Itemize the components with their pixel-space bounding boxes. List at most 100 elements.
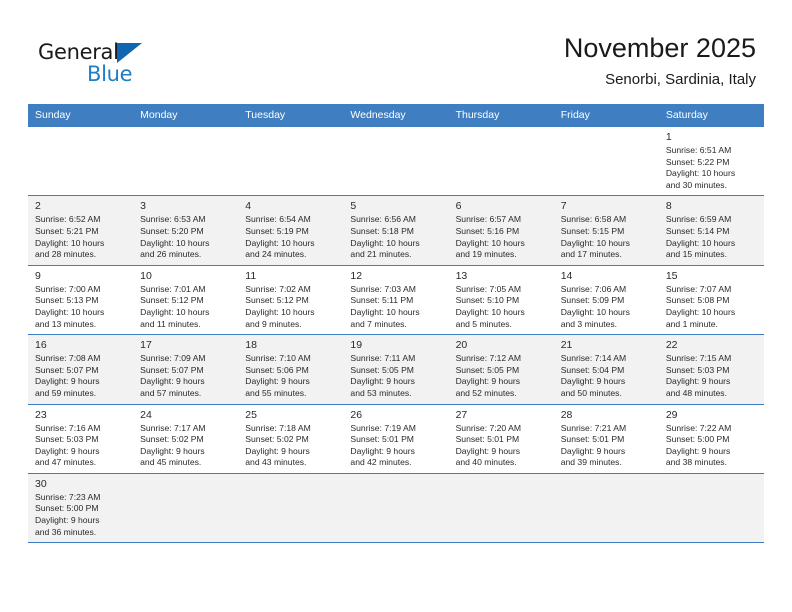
day-number: 19 (350, 339, 363, 352)
sunrise-text: Sunrise: 6:54 AM (245, 214, 311, 225)
day-cell[interactable]: 21 Sunrise: 7:14 AM Sunset: 5:04 PM Dayl… (553, 334, 659, 404)
day-cell (238, 125, 344, 196)
day-cell[interactable]: 29 Sunrise: 7:22 AM Sunset: 5:00 PM Dayl… (658, 403, 764, 474)
logo-text-blue: Blue (87, 62, 133, 86)
sunset-text: Sunset: 5:08 PM (665, 295, 730, 306)
day-number: 13 (455, 269, 468, 282)
day-cell[interactable]: 27 Sunrise: 7:20 AM Sunset: 5:01 PM Dayl… (448, 403, 554, 474)
sunset-text: Sunset: 5:22 PM (665, 156, 730, 167)
daylight-text-cont: and 30 minutes. (665, 179, 727, 190)
sunrise-text: Sunrise: 7:14 AM (560, 353, 627, 364)
daylight-text: Daylight: 10 hours (140, 237, 210, 248)
daylight-text-cont: and 15 minutes. (665, 249, 727, 260)
daylight-text: Daylight: 10 hours (35, 237, 105, 248)
daylight-text: Daylight: 10 hours (665, 237, 736, 248)
daylight-text: Daylight: 10 hours (560, 237, 630, 248)
day-cell[interactable]: 22 Sunrise: 7:15 AM Sunset: 5:03 PM Dayl… (658, 334, 764, 404)
day-cell[interactable]: 23 Sunrise: 7:16 AM Sunset: 5:03 PM Dayl… (28, 403, 134, 474)
daylight-text-cont: and 13 minutes. (35, 318, 97, 329)
logo-text-general: General (38, 40, 119, 64)
day-cell[interactable]: 30 Sunrise: 7:23 AM Sunset: 5:00 PM Dayl… (28, 472, 134, 544)
daylight-text: Daylight: 9 hours (35, 515, 100, 526)
sunset-text: Sunset: 5:16 PM (455, 225, 520, 236)
daylight-text-cont: and 52 minutes. (455, 387, 517, 398)
day-cell (448, 472, 554, 544)
sunset-text: Sunset: 5:07 PM (140, 364, 204, 375)
daylight-text: Daylight: 10 hours (350, 306, 420, 317)
day-cell[interactable]: 24 Sunrise: 7:17 AM Sunset: 5:02 PM Dayl… (133, 403, 239, 474)
sunrise-text: Sunrise: 7:23 AM (35, 491, 101, 502)
day-cell[interactable]: 13 Sunrise: 7:05 AM Sunset: 5:10 PM Dayl… (448, 264, 554, 335)
day-number: 3 (140, 200, 146, 213)
day-cell[interactable]: 25 Sunrise: 7:18 AM Sunset: 5:02 PM Dayl… (238, 403, 344, 474)
day-cell[interactable]: 2 Sunrise: 6:52 AM Sunset: 5:21 PM Dayli… (28, 195, 134, 266)
day-number: 27 (455, 408, 468, 421)
daylight-text-cont: and 57 minutes. (140, 387, 202, 398)
day-cell[interactable]: 16 Sunrise: 7:08 AM Sunset: 5:07 PM Dayl… (28, 334, 134, 404)
sunrise-text: Sunrise: 7:03 AM (350, 283, 416, 294)
day-number: 14 (560, 269, 573, 282)
sunrise-text: Sunrise: 7:20 AM (455, 422, 522, 433)
sunset-text: Sunset: 5:01 PM (455, 434, 520, 445)
weekday-header-wednesday: Wednesday (343, 104, 449, 127)
sunrise-text: Sunrise: 7:02 AM (245, 283, 311, 294)
day-cell[interactable]: 1 Sunrise: 6:51 AM Sunset: 5:22 PM Dayli… (658, 125, 764, 196)
sunset-text: Sunset: 5:21 PM (35, 225, 99, 236)
day-number: 4 (245, 200, 252, 213)
day-number: 30 (35, 477, 47, 490)
day-cell[interactable]: 9 Sunrise: 7:00 AM Sunset: 5:13 PM Dayli… (28, 264, 134, 335)
day-cell[interactable]: 17 Sunrise: 7:09 AM Sunset: 5:07 PM Dayl… (133, 334, 239, 404)
day-cell[interactable]: 20 Sunrise: 7:12 AM Sunset: 5:05 PM Dayl… (448, 334, 554, 404)
day-cell[interactable]: 10 Sunrise: 7:01 AM Sunset: 5:12 PM Dayl… (133, 264, 239, 335)
daylight-text: Daylight: 9 hours (245, 376, 310, 387)
daylight-text: Daylight: 9 hours (560, 376, 626, 387)
day-cell[interactable]: 14 Sunrise: 7:06 AM Sunset: 5:09 PM Dayl… (553, 264, 659, 335)
day-number: 28 (560, 408, 573, 421)
day-cell[interactable]: 11 Sunrise: 7:02 AM Sunset: 5:12 PM Dayl… (238, 264, 344, 335)
calendar-page: General Blue November 2025 Senorbi, Sard… (0, 0, 792, 612)
daylight-text-cont: and 50 minutes. (560, 387, 622, 398)
daylight-text: Daylight: 10 hours (350, 237, 420, 248)
day-cell (343, 472, 449, 544)
calendar-week-row: 2 Sunrise: 6:52 AM Sunset: 5:21 PM Dayli… (28, 195, 764, 266)
daylight-text-cont: and 38 minutes. (665, 457, 727, 468)
day-number: 23 (35, 408, 47, 421)
day-number: 2 (35, 200, 41, 213)
sunrise-text: Sunrise: 7:15 AM (665, 353, 732, 364)
daylight-text-cont: and 45 minutes. (140, 457, 202, 468)
sunrise-text: Sunrise: 6:51 AM (665, 145, 732, 155)
day-cell[interactable]: 18 Sunrise: 7:10 AM Sunset: 5:06 PM Dayl… (238, 334, 344, 404)
day-cell[interactable]: 28 Sunrise: 7:21 AM Sunset: 5:01 PM Dayl… (553, 403, 659, 474)
daylight-text: Daylight: 10 hours (665, 306, 736, 317)
daylight-text: Daylight: 10 hours (455, 306, 525, 317)
sunset-text: Sunset: 5:12 PM (140, 295, 204, 306)
sunrise-text: Sunrise: 6:56 AM (350, 214, 416, 225)
daylight-text-cont: and 43 minutes. (245, 457, 307, 468)
daylight-text: Daylight: 10 hours (455, 237, 525, 248)
day-cell[interactable]: 4 Sunrise: 6:54 AM Sunset: 5:19 PM Dayli… (238, 195, 344, 266)
sunset-text: Sunset: 5:03 PM (35, 434, 99, 445)
general-blue-logo[interactable]: General Blue (38, 40, 168, 90)
sunrise-text: Sunrise: 7:16 AM (35, 422, 101, 433)
day-cell[interactable]: 15 Sunrise: 7:07 AM Sunset: 5:08 PM Dayl… (658, 264, 764, 335)
day-cell[interactable]: 5 Sunrise: 6:56 AM Sunset: 5:18 PM Dayli… (343, 195, 449, 266)
calendar-header-row: Sunday Monday Tuesday Wednesday Thursday… (28, 104, 764, 127)
daylight-text-cont: and 55 minutes. (245, 387, 307, 398)
day-cell[interactable]: 6 Sunrise: 6:57 AM Sunset: 5:16 PM Dayli… (448, 195, 554, 266)
day-cell[interactable]: 12 Sunrise: 7:03 AM Sunset: 5:11 PM Dayl… (343, 264, 449, 335)
day-cell[interactable]: 3 Sunrise: 6:53 AM Sunset: 5:20 PM Dayli… (133, 195, 239, 266)
daylight-text-cont: and 7 minutes. (350, 318, 407, 329)
day-cell[interactable]: 7 Sunrise: 6:58 AM Sunset: 5:15 PM Dayli… (553, 195, 659, 266)
daylight-text: Daylight: 9 hours (140, 445, 205, 456)
calendar-week-row: 9 Sunrise: 7:00 AM Sunset: 5:13 PM Dayli… (28, 264, 764, 335)
day-cell (133, 472, 239, 544)
sunset-text: Sunset: 5:00 PM (35, 503, 99, 514)
day-cell (553, 125, 659, 196)
day-cell[interactable]: 26 Sunrise: 7:19 AM Sunset: 5:01 PM Dayl… (343, 403, 449, 474)
sunrise-text: Sunrise: 6:52 AM (35, 214, 101, 225)
daylight-text: Daylight: 10 hours (245, 306, 315, 317)
daylight-text: Daylight: 9 hours (455, 445, 521, 456)
sunrise-text: Sunrise: 7:11 AM (350, 353, 416, 364)
day-cell[interactable]: 19 Sunrise: 7:11 AM Sunset: 5:05 PM Dayl… (343, 334, 449, 404)
day-cell[interactable]: 8 Sunrise: 6:59 AM Sunset: 5:14 PM Dayli… (658, 195, 764, 266)
